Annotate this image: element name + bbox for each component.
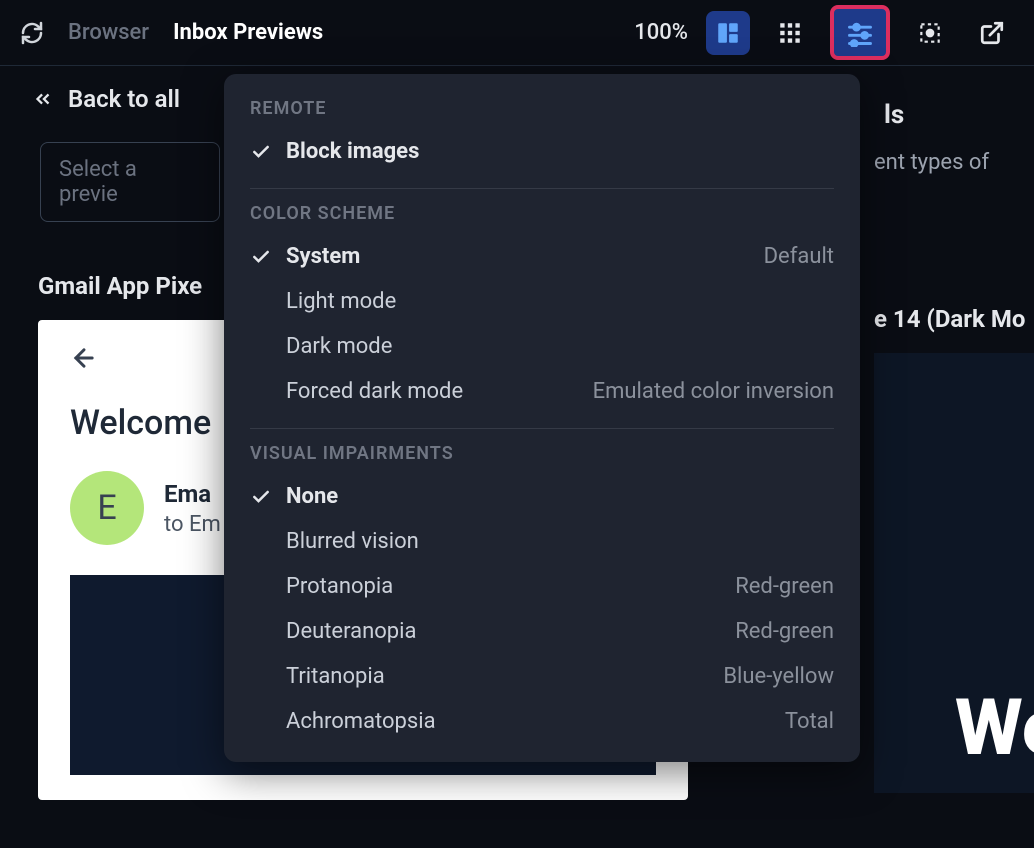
option-label: Tritanopia: [286, 664, 385, 689]
option-protanopia[interactable]: Protanopia Red-green: [224, 564, 860, 609]
option-label: Achromatopsia: [286, 709, 436, 734]
check-icon: [250, 487, 272, 507]
sender-to: to Em: [164, 512, 221, 537]
divider: [250, 428, 834, 429]
option-hint: Red-green: [735, 619, 834, 644]
avatar: E: [70, 471, 144, 545]
sender-name: Ema: [164, 480, 221, 508]
divider: [250, 188, 834, 189]
option-none[interactable]: None: [224, 474, 860, 519]
option-label: Dark mode: [286, 334, 392, 359]
option-dark-mode[interactable]: Dark mode: [224, 324, 860, 369]
refresh-icon[interactable]: [20, 21, 44, 45]
option-light-mode[interactable]: Light mode: [224, 279, 860, 324]
option-hint: Emulated color inversion: [593, 379, 834, 404]
right-desc-fragment: ent types of: [864, 150, 1034, 175]
tab-inbox-previews[interactable]: Inbox Previews: [173, 20, 323, 45]
option-label: Blurred vision: [286, 529, 419, 554]
top-right-group: 100%: [634, 5, 1014, 60]
preview-select[interactable]: Select a previe: [40, 142, 220, 222]
option-label: Light mode: [286, 289, 396, 314]
option-deuteranopia[interactable]: Deuteranopia Red-green: [224, 609, 860, 654]
option-label: Block images: [286, 139, 419, 164]
settings-dropdown: REMOTE Block images COLOR SCHEME System …: [224, 74, 860, 762]
section-visual-label: VISUAL IMPAIRMENTS: [224, 443, 860, 474]
back-label: Back to all: [68, 85, 180, 113]
option-label: Forced dark mode: [286, 379, 463, 404]
preview-card-dark: We: [874, 353, 1034, 793]
option-label: Protanopia: [286, 574, 393, 599]
check-icon: [250, 142, 272, 162]
option-system[interactable]: System Default: [224, 234, 860, 279]
section-colorscheme-label: COLOR SCHEME: [224, 203, 860, 234]
sliders-icon[interactable]: [830, 5, 890, 60]
option-hint: Red-green: [735, 574, 834, 599]
option-tritanopia[interactable]: Tritanopia Blue-yellow: [224, 654, 860, 699]
right-heading-fragment: ls: [864, 100, 1034, 130]
option-hint: Total: [785, 709, 834, 734]
option-hint: Blue-yellow: [723, 664, 834, 689]
grid-icon[interactable]: [768, 11, 812, 55]
screenshot-icon[interactable]: [908, 11, 952, 55]
sender-info: Ema to Em: [164, 480, 221, 537]
top-left-group: Browser Inbox Previews: [20, 20, 323, 45]
option-label: System: [286, 244, 360, 269]
option-blurred-vision[interactable]: Blurred vision: [224, 519, 860, 564]
zoom-level: 100%: [634, 20, 688, 45]
option-label: None: [286, 484, 338, 509]
check-icon: [250, 247, 272, 267]
dark-welcome-fragment: We: [955, 683, 1034, 774]
chevrons-left-icon: [32, 88, 54, 110]
layout-panel-icon[interactable]: [706, 11, 750, 55]
option-block-images[interactable]: Block images: [224, 129, 860, 174]
option-forced-dark-mode[interactable]: Forced dark mode Emulated color inversio…: [224, 369, 860, 414]
top-bar: Browser Inbox Previews 100%: [0, 0, 1034, 66]
option-label: Deuteranopia: [286, 619, 416, 644]
open-external-icon[interactable]: [970, 11, 1014, 55]
preview-title-right: e 14 (Dark Mo: [864, 305, 1034, 333]
back-to-all[interactable]: Back to all: [32, 85, 180, 113]
section-remote-label: REMOTE: [224, 98, 860, 129]
option-achromatopsia[interactable]: Achromatopsia Total: [224, 699, 860, 744]
tab-browser[interactable]: Browser: [68, 20, 149, 45]
option-hint: Default: [764, 244, 834, 269]
right-strip: ls ent types of e 14 (Dark Mo We: [864, 70, 1034, 770]
